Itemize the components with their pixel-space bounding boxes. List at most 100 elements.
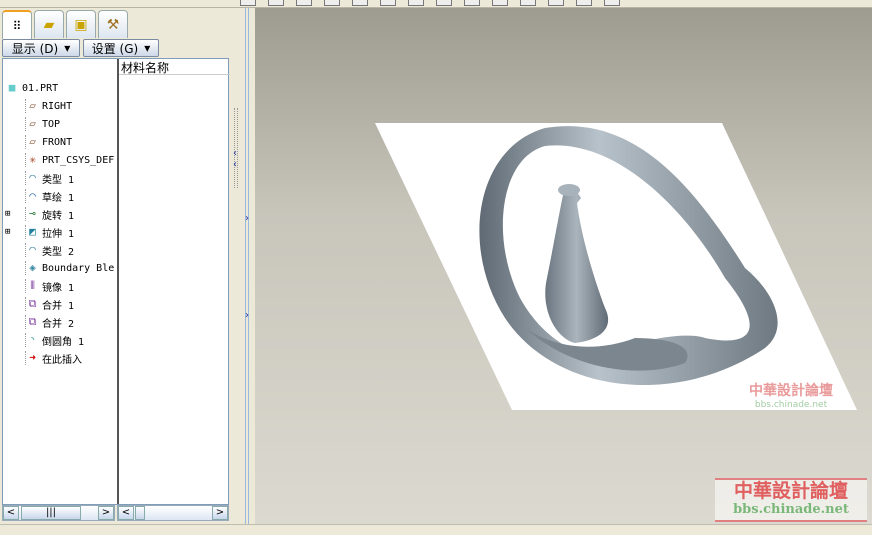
- revolve-icon: ⊸: [25, 207, 39, 221]
- tree-item-label: RIGHT: [42, 100, 73, 112]
- surface-icon: ◠: [25, 171, 39, 185]
- tree-item[interactable]: ⧉ 合并 1: [13, 295, 74, 313]
- toolbar-button[interactable]: [604, 0, 620, 6]
- column-horizontal-scrollbar[interactable]: < >: [117, 505, 229, 521]
- tree-item-label: Boundary Ble: [42, 262, 115, 274]
- scroll-thumb[interactable]: [135, 506, 145, 520]
- status-bar: [0, 524, 872, 535]
- toolbar-button[interactable]: [436, 0, 452, 6]
- column-header-material[interactable]: 材料名称: [119, 59, 230, 75]
- collapse-left-icon[interactable]: ‹ ‹: [233, 148, 237, 170]
- part-icon: ■: [8, 81, 16, 94]
- datum-plane-icon: ▱: [25, 135, 39, 149]
- plane-watermark: 中華設計論壇 bbs.chinade.net: [735, 380, 847, 410]
- panel-splitter[interactable]: ‹ ‹ › ›: [231, 8, 255, 524]
- tree-horizontal-scrollbar[interactable]: < ||| >: [2, 505, 115, 521]
- sketch-icon: ⌒: [25, 189, 39, 203]
- scroll-thumb[interactable]: |||: [21, 506, 81, 520]
- surface-icon: ◠: [25, 243, 39, 257]
- model-tree: 材料名称 ■ 01.PRT ▱ RIGHT ▱ TOP ▱ FRONT ✳ PRT_CSYS_DE…: [2, 58, 230, 505]
- toolbar-button[interactable]: [240, 0, 256, 6]
- tree-item[interactable]: ⊞ ◩ 拉伸 1: [5, 223, 75, 241]
- scroll-left-button[interactable]: <: [118, 506, 134, 520]
- expand-right-icon[interactable]: ›: [245, 310, 249, 321]
- tree-item[interactable]: ⧉ 合并 2: [13, 313, 74, 331]
- tree-item[interactable]: ✳ PRT_CSYS_DEF: [13, 151, 114, 169]
- tree-item-label: 合并 1: [42, 300, 75, 312]
- model-render: [375, 123, 857, 410]
- tree-item-label: TOP: [42, 118, 61, 130]
- csys-icon: ✳: [25, 153, 39, 167]
- tree-item-label: FRONT: [42, 136, 73, 148]
- main-toolbar: [0, 0, 872, 8]
- watermark-en: bbs.chinade.net: [733, 502, 849, 517]
- tab-model-tree[interactable]: ⠿: [2, 10, 32, 39]
- toolbar-button[interactable]: [548, 0, 564, 6]
- extrude-icon: ◩: [25, 225, 39, 239]
- scroll-left-button[interactable]: <: [3, 506, 19, 520]
- tree-item[interactable]: ■ 01.PRT: [5, 79, 58, 97]
- spindle-tip: [558, 184, 580, 196]
- tree-item[interactable]: ⌒ 草绘 1: [13, 187, 74, 205]
- folders-icon: ▰: [43, 16, 55, 33]
- tree-item[interactable]: ◈ Boundary Ble: [13, 259, 114, 277]
- datum-plane-icon: ▱: [25, 117, 39, 131]
- boundary-blend-icon: ◈: [25, 261, 39, 275]
- tree-item-label: 拉伸 1: [42, 228, 75, 240]
- navigator-panel: ⠿ ▰ ▣ ⚒ 显示 (D) ▾ 设置 (G) ▾ 材料名称 ■ 01.PRT ▱ RIG…: [0, 8, 231, 524]
- toolbar-button[interactable]: [576, 0, 592, 6]
- tree-item-label: 合并 2: [42, 318, 75, 330]
- tree-item-label: 类型 2: [42, 246, 75, 258]
- tree-item-label: 01.PRT: [22, 82, 59, 94]
- toolbar-button[interactable]: [296, 0, 312, 6]
- tree-item[interactable]: ▱ TOP: [13, 115, 60, 133]
- tools-icon: ⚒: [106, 16, 120, 33]
- tree-item[interactable]: ⊞ ⊸ 旋转 1: [5, 205, 75, 223]
- datum-plane-icon: ▱: [25, 99, 39, 113]
- tree-item-label: 类型 1: [42, 174, 75, 186]
- toolbar-button[interactable]: [352, 0, 368, 6]
- display-label: 显示 (D): [11, 41, 59, 56]
- dropdown-icon: ▾: [64, 41, 71, 55]
- toolbar-button[interactable]: [464, 0, 480, 6]
- tree-item[interactable]: ➜ 在此插入: [13, 349, 82, 367]
- display-button[interactable]: 显示 (D) ▾: [2, 39, 80, 57]
- toolbar-button[interactable]: [492, 0, 508, 6]
- favorites-folder-icon: ▣: [74, 16, 88, 33]
- tree-item[interactable]: ◠ 类型 2: [13, 241, 74, 259]
- graphics-viewport[interactable]: 中華設計論壇 bbs.chinade.net 中華設計論壇 bbs.chinad…: [255, 8, 872, 525]
- scroll-right-button[interactable]: >: [212, 506, 228, 520]
- tree-item-label: 草绘 1: [42, 192, 75, 204]
- toolbar-button[interactable]: [324, 0, 340, 6]
- tree-item-label: 旋转 1: [42, 210, 75, 222]
- watermark-en: bbs.chinade.net: [754, 400, 828, 410]
- toolbar-button[interactable]: [380, 0, 396, 6]
- toolbar-button[interactable]: [520, 0, 536, 6]
- watermark-cn: 中華設計論壇: [749, 383, 833, 399]
- mirror-icon: ⫴: [25, 279, 39, 293]
- tree-item[interactable]: ▱ FRONT: [13, 133, 72, 151]
- watermark-logo: 中華設計論壇 bbs.chinade.net: [715, 478, 867, 522]
- watermark-cn: 中華設計論壇: [733, 480, 848, 502]
- tree-item[interactable]: ⫴ 镜像 1: [13, 277, 74, 295]
- tree-item[interactable]: ◝ 倒圆角 1: [13, 331, 84, 349]
- expand-icon[interactable]: ⊞: [5, 227, 10, 237]
- merge-icon: ⧉: [25, 297, 39, 311]
- settings-button[interactable]: 设置 (G) ▾: [83, 39, 159, 57]
- tree-item[interactable]: ▱ RIGHT: [13, 97, 72, 115]
- toolbar-button[interactable]: [408, 0, 424, 6]
- tree-item-label: 镜像 1: [42, 282, 75, 294]
- tree-item-label: PRT_CSYS_DEF: [42, 154, 115, 166]
- tree-item[interactable]: ◠ 类型 1: [13, 169, 74, 187]
- settings-label: 设置 (G): [91, 41, 139, 56]
- scroll-right-button[interactable]: >: [98, 506, 114, 520]
- tab-tools[interactable]: ⚒: [98, 10, 128, 38]
- tree-item-label: 在此插入: [42, 354, 82, 366]
- tab-favorites[interactable]: ▣: [66, 10, 96, 38]
- sash[interactable]: [245, 8, 249, 524]
- expand-right-icon[interactable]: ›: [245, 213, 249, 224]
- column-divider[interactable]: [117, 59, 119, 504]
- tab-layers[interactable]: ▰: [34, 10, 64, 38]
- toolbar-button[interactable]: [268, 0, 284, 6]
- expand-icon[interactable]: ⊞: [5, 209, 10, 219]
